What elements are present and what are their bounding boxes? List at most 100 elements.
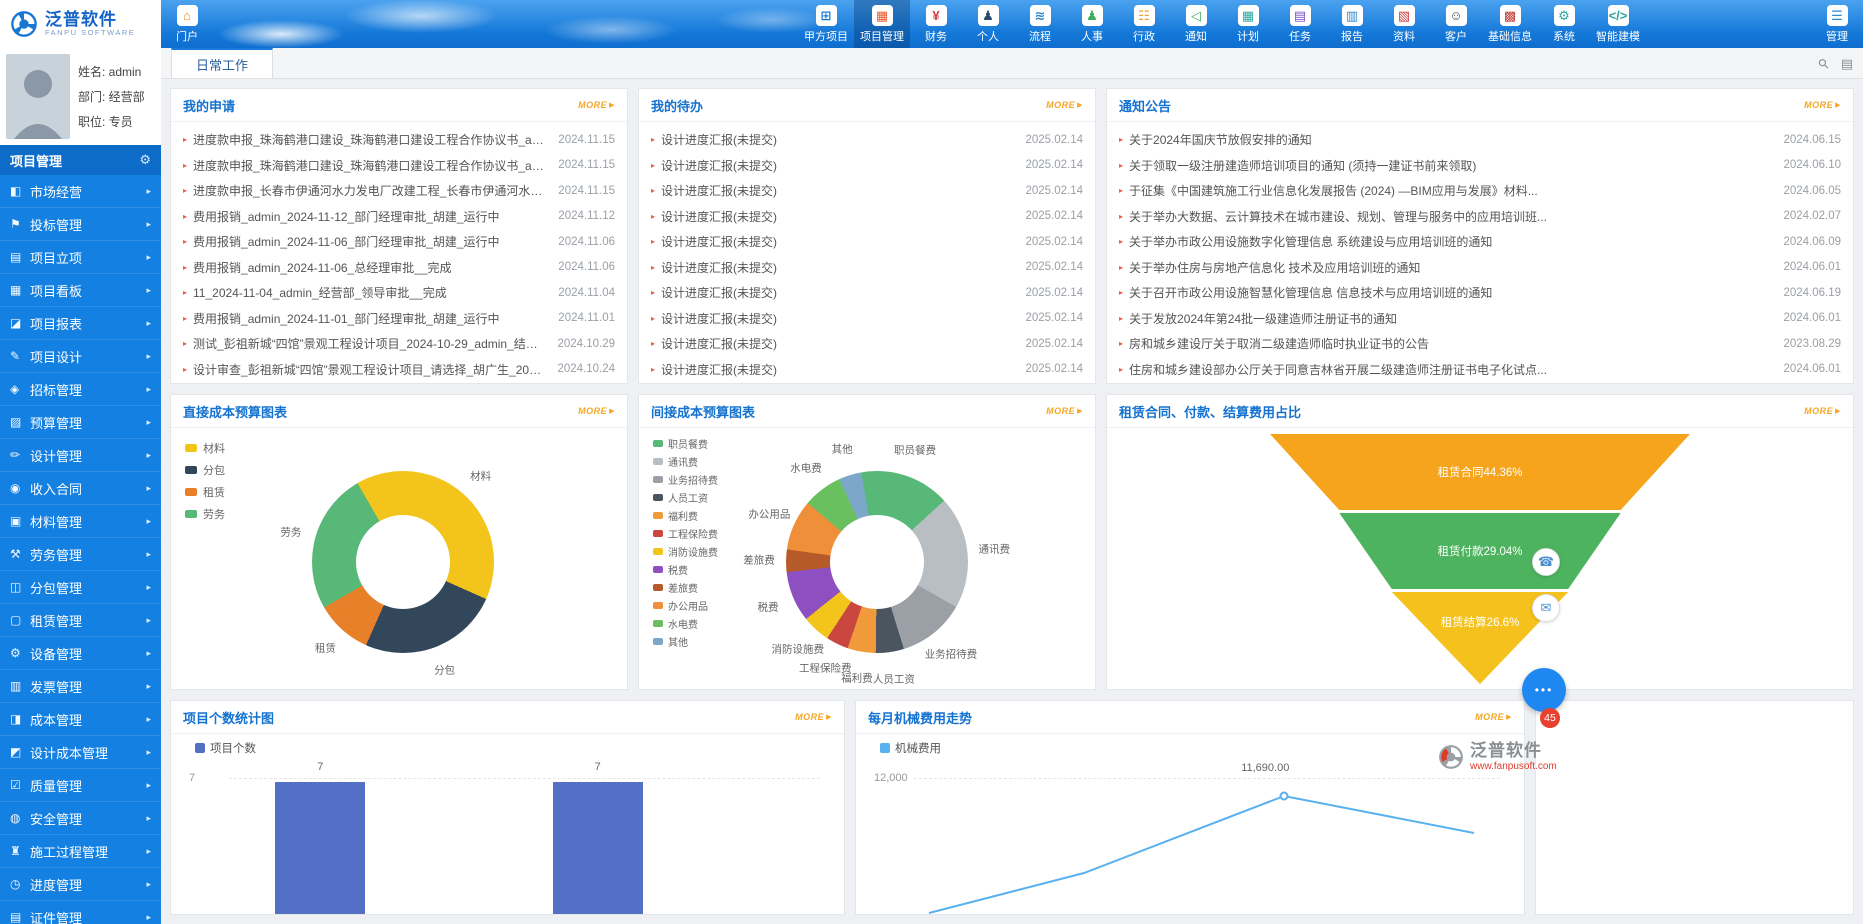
nav-item-client-project[interactable]: ⊞甲方项目	[798, 0, 854, 48]
legend-item[interactable]: 消防设施费	[653, 544, 718, 559]
list-item-text[interactable]: 设计审查_彭祖新城“四馆”景观工程设计项目_请选择_胡广生_2024-10-2.…	[193, 361, 547, 378]
sidebar-item-material[interactable]: ▣材料管理▸	[0, 505, 161, 538]
legend-item[interactable]: 通讯费	[653, 454, 718, 469]
list-item-text[interactable]: 于征集《中国建筑施工行业信息化发展报告 (2024) —BIM应用与发展》材料.…	[1129, 182, 1773, 199]
bar[interactable]	[275, 782, 365, 914]
tab-daily-work[interactable]: 日常工作	[171, 48, 273, 78]
nav-item-report[interactable]: ▥报告	[1326, 0, 1378, 48]
list-item-text[interactable]: 进度款申报_长春市伊通河水力发电厂改建工程_长春市伊通河水力发电...	[193, 182, 548, 199]
sidebar-item-safety[interactable]: ◍安全管理▸	[0, 802, 161, 835]
list-item-text[interactable]: 关于举办住房与房地产信息化 技术及应用培训班的通知	[1129, 259, 1773, 276]
sidebar-item-progress[interactable]: ◷进度管理▸	[0, 868, 161, 901]
more-button[interactable]: MORE▶	[795, 712, 832, 722]
project-count-bar-chart[interactable]: 项目个数 7 77	[171, 734, 844, 914]
bar[interactable]	[553, 782, 643, 914]
nav-item-base-info[interactable]: ▩基础信息	[1482, 0, 1538, 48]
more-button[interactable]: MORE▶	[1475, 712, 1512, 722]
list-item-text[interactable]: 设计进度汇报(未提交)	[661, 310, 1015, 327]
nav-item-system[interactable]: ⚙系统	[1538, 0, 1590, 48]
more-button[interactable]: MORE▶	[1046, 406, 1083, 416]
legend-item[interactable]: 租赁	[185, 484, 225, 500]
list-item-text[interactable]: 费用报销_admin_2024-11-12_部门经理审批_胡建_运行中	[193, 208, 548, 225]
list-item-text[interactable]: 关于举办大数据、云计算技术在城市建设、规划、管理与服务中的应用培训班...	[1129, 208, 1773, 225]
list-item-text[interactable]: 设计进度汇报(未提交)	[661, 259, 1015, 276]
panel-toggle-icon[interactable]: ▤	[1841, 56, 1853, 72]
machine-cost-line-chart[interactable]: 机械费用 12,000 11,690.00	[856, 734, 1524, 914]
sidebar-item-equipment[interactable]: ⚙设备管理▸	[0, 637, 161, 670]
nav-item-plan[interactable]: ▦计划	[1222, 0, 1274, 48]
sidebar-item-project-initiation[interactable]: ▤项目立项▸	[0, 241, 161, 274]
sidebar-item-cost[interactable]: ◨成本管理▸	[0, 703, 161, 736]
nav-item-portal[interactable]: ⌂门户	[161, 0, 213, 48]
legend-item[interactable]: 劳务	[185, 506, 225, 522]
direct-cost-donut-chart[interactable]: 材料分包租赁劳务材料分包租赁劳务	[171, 428, 627, 689]
sidebar-item-tender[interactable]: ⚑投标管理▸	[0, 208, 161, 241]
list-item-text[interactable]: 设计进度汇报(未提交)	[661, 182, 1015, 199]
legend-project-count[interactable]: 项目个数	[195, 740, 830, 756]
sidebar-item-construction-process[interactable]: ♜施工过程管理▸	[0, 835, 161, 868]
gear-icon[interactable]: ⚙	[139, 152, 151, 168]
sidebar-item-quality[interactable]: ☑质量管理▸	[0, 769, 161, 802]
nav-item-documents[interactable]: ▧资料	[1378, 0, 1430, 48]
legend-item[interactable]: 人员工资	[653, 490, 718, 505]
more-button[interactable]: MORE▶	[1804, 406, 1841, 416]
list-item-text[interactable]: 设计进度汇报(未提交)	[661, 284, 1015, 301]
legend-item[interactable]: 办公用品	[653, 598, 718, 613]
nav-item-workflow[interactable]: ≋流程	[1014, 0, 1066, 48]
funnel-band-2[interactable]: 租赁付款29.04%	[1270, 513, 1690, 589]
sidebar-item-lease[interactable]: ▢租赁管理▸	[0, 604, 161, 637]
sidebar-item-invoice[interactable]: ▥发票管理▸	[0, 670, 161, 703]
sidebar-item-subcontract[interactable]: ◫分包管理▸	[0, 571, 161, 604]
lease-funnel-chart[interactable]: 租赁合同44.36%租赁付款29.04%租赁结算26.6%	[1107, 428, 1853, 689]
nav-item-personal[interactable]: ♟个人	[962, 0, 1014, 48]
sidebar-item-income-contract[interactable]: ◉收入合同▸	[0, 472, 161, 505]
more-button[interactable]: MORE▶	[578, 406, 615, 416]
sidebar-item-project-reports[interactable]: ◪项目报表▸	[0, 307, 161, 340]
nav-item-notice[interactable]: ◁通知	[1170, 0, 1222, 48]
nav-item-task[interactable]: ▤任务	[1274, 0, 1326, 48]
list-item-text[interactable]: 关于领取一级注册建造师培训项目的通知 (须持一建证书前来领取)	[1129, 157, 1773, 174]
list-item-text[interactable]: 设计进度汇报(未提交)	[661, 208, 1015, 225]
legend-item[interactable]: 税费	[653, 562, 718, 577]
legend-item[interactable]: 福利费	[653, 508, 718, 523]
sidebar-item-labor[interactable]: ⚒劳务管理▸	[0, 538, 161, 571]
legend-item[interactable]: 其他	[653, 634, 718, 649]
nav-item-smart-modeling[interactable]: </>智能建模	[1590, 0, 1646, 48]
list-item-text[interactable]: 费用报销_admin_2024-11-06_部门经理审批_胡建_运行中	[193, 233, 548, 250]
sidebar-item-design[interactable]: ✏设计管理▸	[0, 439, 161, 472]
sidebar-item-design-cost[interactable]: ◩设计成本管理▸	[0, 736, 161, 769]
sidebar-item-project-design[interactable]: ✎项目设计▸	[0, 340, 161, 373]
list-item-text[interactable]: 费用报销_admin_2024-11-01_部门经理审批_胡建_运行中	[193, 310, 548, 327]
funnel-band-1[interactable]: 租赁合同44.36%	[1270, 434, 1690, 510]
nav-item-finance[interactable]: ¥财务	[910, 0, 962, 48]
sidebar-item-bid-invite[interactable]: ◈招标管理▸	[0, 373, 161, 406]
legend-machine-cost[interactable]: 机械费用	[880, 740, 1510, 756]
list-item-text[interactable]: 关于举办市政公用设施数字化管理信息 系统建设与应用培训班的通知	[1129, 233, 1773, 250]
list-item-text[interactable]: 进度款申报_珠海鹤港口建设_珠海鹤港口建设工程合作协议书_admin_...	[193, 157, 548, 174]
more-button[interactable]: MORE▶	[1804, 100, 1841, 110]
list-item-text[interactable]: 进度款申报_珠海鹤港口建设_珠海鹤港口建设工程合作协议书_admin_...	[193, 131, 548, 148]
sidebar-item-market[interactable]: ◧市场经营▸	[0, 175, 161, 208]
funnel-band-3[interactable]: 租赁结算26.6%	[1270, 592, 1690, 684]
list-item-text[interactable]: 设计进度汇报(未提交)	[661, 361, 1015, 378]
key-icon[interactable]: ⚲	[1815, 55, 1833, 73]
list-item-text[interactable]: 关于2024年国庆节放假安排的通知	[1129, 131, 1773, 148]
list-item-text[interactable]: 11_2024-11-04_admin_经营部_领导审批__完成	[193, 284, 548, 301]
list-item-text[interactable]: 设计进度汇报(未提交)	[661, 335, 1015, 352]
nav-item-administration[interactable]: ☷行政	[1118, 0, 1170, 48]
more-button[interactable]: MORE▶	[1046, 100, 1083, 110]
phone-widget-button[interactable]: ☎	[1532, 548, 1560, 576]
list-item-text[interactable]: 设计进度汇报(未提交)	[661, 131, 1015, 148]
legend-item[interactable]: 材料	[185, 440, 225, 456]
more-button[interactable]: MORE▶	[578, 100, 615, 110]
list-item-text[interactable]: 关于召开市政公用设施智慧化管理信息 信息技术与应用培训班的通知	[1129, 284, 1773, 301]
legend-item[interactable]: 职员餐费	[653, 436, 718, 451]
list-item-text[interactable]: 关于发放2024年第24批一级建造师注册证书的通知	[1129, 310, 1773, 327]
sidebar-item-budget[interactable]: ▨预算管理▸	[0, 406, 161, 439]
nav-item-manage[interactable]: ☰管理	[1811, 0, 1863, 48]
legend-item[interactable]: 业务招待费	[653, 472, 718, 487]
indirect-cost-donut-chart[interactable]: 职员餐费通讯费业务招待费人员工资福利费工程保险费消防设施费税费差旅费办公用品水电…	[639, 428, 1095, 689]
legend-item[interactable]: 差旅费	[653, 580, 718, 595]
list-item-text[interactable]: 设计进度汇报(未提交)	[661, 233, 1015, 250]
list-item-text[interactable]: 测试_彭祖新城“四馆”景观工程设计项目_2024-10-29_admin_结束_…	[193, 335, 547, 352]
